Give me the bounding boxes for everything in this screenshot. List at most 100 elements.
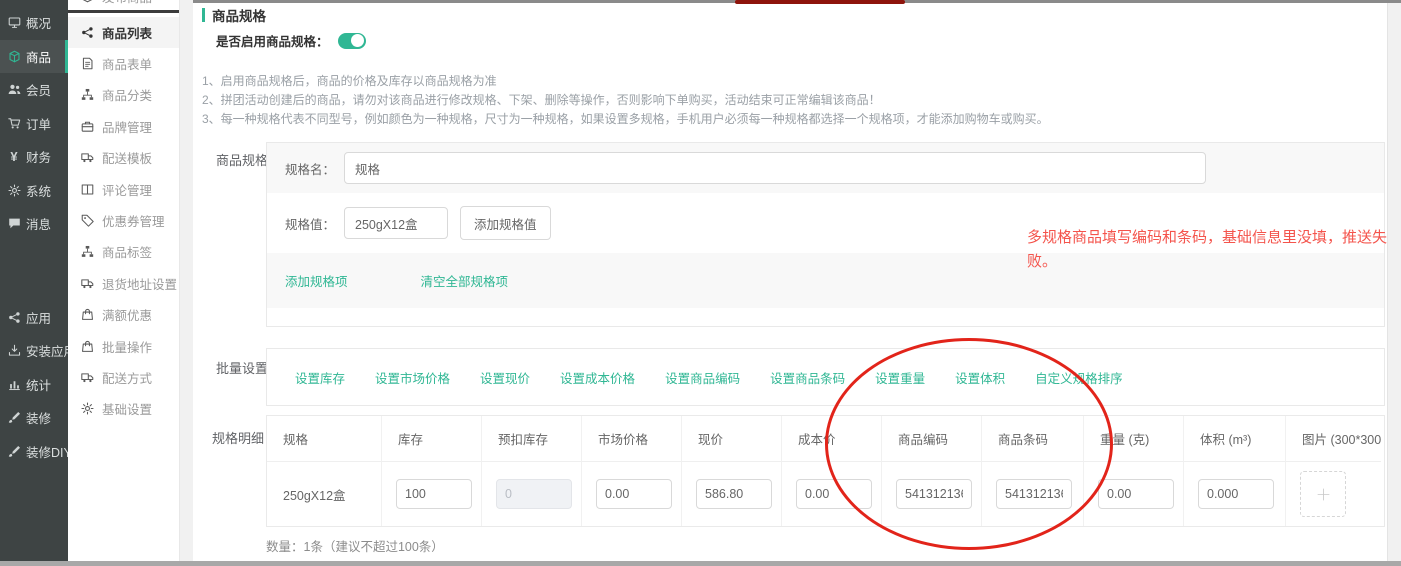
batch-link-custom-spec-sort[interactable]: 自定义规格排序 bbox=[1035, 368, 1123, 387]
sidebar-item-label: 概况 bbox=[26, 13, 51, 32]
goods-label-icon bbox=[80, 245, 94, 259]
sidebar-item-label: 统计 bbox=[26, 375, 51, 394]
goods-barcode-input[interactable] bbox=[996, 479, 1072, 509]
menu-item-brand-manage[interactable]: 品牌管理 bbox=[68, 111, 179, 142]
batch-link-set-cost-price[interactable]: 设置成本价格 bbox=[560, 368, 635, 387]
batch-link-set-volume[interactable]: 设置体积 bbox=[955, 368, 1005, 387]
add-spec-item-link[interactable]: 添加规格项 bbox=[285, 271, 348, 290]
batch-link-set-goods-barcode[interactable]: 设置商品条码 bbox=[770, 368, 845, 387]
secondary-sidebar: 发布商品 商品列表商品表单商品分类品牌管理配送模板评论管理优惠券管理商品标签退货… bbox=[68, 0, 180, 561]
menu-item-label: 商品表单 bbox=[102, 54, 152, 73]
goods-list-icon bbox=[80, 25, 94, 39]
menu-item-goods-label[interactable]: 商品标签 bbox=[68, 236, 179, 267]
sidebar-item-label: 会员 bbox=[26, 80, 51, 99]
menu-item-publish-goods[interactable]: 发布商品 bbox=[68, 0, 179, 10]
spec-detail-cell-goods-code bbox=[882, 462, 982, 526]
menu-item-goods-list[interactable]: 商品列表 bbox=[68, 17, 179, 48]
page-title-text: 商品规格 bbox=[212, 5, 266, 25]
withhold-stock-input[interactable] bbox=[496, 479, 572, 509]
apps-icon bbox=[7, 310, 21, 324]
menu-item-coupon-manage[interactable]: 优惠券管理 bbox=[68, 205, 179, 236]
batch-operation-icon bbox=[80, 339, 94, 353]
brand-icon bbox=[80, 119, 94, 133]
column-header-market-price: 市场价格 bbox=[582, 416, 682, 462]
sidebar-item-fitment[interactable]: 装修 bbox=[0, 401, 68, 435]
spec-note-1: 1、启用商品规格后，商品的价格及库存以商品规格为准 bbox=[202, 72, 1382, 91]
menu-item-label: 商品列表 bbox=[102, 23, 152, 42]
spec-detail-cell-market-price bbox=[582, 462, 682, 526]
batch-group-label: 批量设置 bbox=[216, 358, 268, 377]
stock-input[interactable] bbox=[396, 479, 472, 509]
sidebar-item-goods[interactable]: 商品 bbox=[0, 40, 68, 74]
sidebar-item-order[interactable]: 订单 bbox=[0, 107, 68, 141]
order-icon bbox=[7, 116, 21, 130]
sidebar-item-fitment-diy[interactable]: 装修DIY bbox=[0, 435, 68, 469]
fitment-icon bbox=[7, 411, 21, 425]
menu-item-comment-manage[interactable]: 评论管理 bbox=[68, 173, 179, 204]
menu-item-full-discount[interactable]: 满额优惠 bbox=[68, 299, 179, 330]
sidebar-item-label: 消息 bbox=[26, 214, 51, 233]
menu-item-delivery-method[interactable]: 配送方式 bbox=[68, 362, 179, 393]
sidebar-item-install-apps[interactable]: 安装应用 bbox=[0, 334, 68, 368]
spec-group-label: 商品规格 bbox=[216, 150, 268, 169]
spec-detail-cell-weight bbox=[1084, 462, 1184, 526]
sidebar-item-statistics[interactable]: 统计 bbox=[0, 368, 68, 402]
spec-name-input[interactable] bbox=[344, 152, 1206, 184]
column-header-goods-barcode: 商品条码 bbox=[982, 416, 1084, 462]
spec-detail-cell-stock bbox=[382, 462, 482, 526]
column-header-image: 图片 (300*300) bbox=[1286, 416, 1381, 462]
batch-link-set-goods-code[interactable]: 设置商品编码 bbox=[665, 368, 740, 387]
menu-item-label: 发布商品 bbox=[102, 0, 152, 6]
image-upload-button[interactable] bbox=[1300, 471, 1346, 517]
batch-link-set-stock[interactable]: 设置库存 bbox=[295, 368, 345, 387]
column-header-weight: 重量 (克) bbox=[1084, 416, 1184, 462]
spec-detail-cell-price bbox=[682, 462, 782, 526]
goods-category-icon bbox=[80, 88, 94, 102]
sidebar-item-finance[interactable]: ¥财务 bbox=[0, 140, 68, 174]
market-price-input[interactable] bbox=[596, 479, 672, 509]
add-spec-value-button[interactable]: 添加规格值 bbox=[460, 206, 551, 240]
sidebar-item-system[interactable]: 系统 bbox=[0, 174, 68, 208]
delivery-template-icon bbox=[80, 151, 94, 165]
volume-input[interactable] bbox=[1198, 479, 1274, 509]
menu-item-label: 评论管理 bbox=[102, 180, 152, 199]
spec-detail-cell-cost-price bbox=[782, 462, 882, 526]
sidebar-item-label: 装修 bbox=[26, 408, 51, 427]
horizontal-scrollbar[interactable] bbox=[0, 561, 1401, 566]
menu-item-label: 配送方式 bbox=[102, 368, 152, 387]
menu-item-basic-settings[interactable]: 基础设置 bbox=[68, 393, 179, 424]
menu-item-batch-operation[interactable]: 批量操作 bbox=[68, 330, 179, 361]
sidebar-item-label: 装修DIY bbox=[26, 442, 72, 461]
install-app-icon bbox=[7, 344, 21, 358]
spec-value-text: 250gX12盒 bbox=[283, 485, 346, 504]
spec-name-label: 规格名： bbox=[285, 159, 337, 178]
cost-price-input[interactable] bbox=[796, 479, 872, 509]
sidebar-item-publish-goods-cut[interactable]: 发布商品 bbox=[68, 0, 179, 10]
sidebar-item-member[interactable]: 会员 bbox=[0, 73, 68, 107]
sidebar-item-apps[interactable]: 应用 bbox=[0, 301, 68, 335]
spec-value-input[interactable] bbox=[344, 207, 448, 239]
menu-item-goods-form[interactable]: 商品表单 bbox=[68, 48, 179, 79]
row-count-note: 数量：1条（建议不超过100条） bbox=[266, 536, 444, 555]
return-address-icon bbox=[80, 276, 94, 290]
goods-icon bbox=[7, 49, 21, 63]
menu-item-delivery-template[interactable]: 配送模板 bbox=[68, 142, 179, 173]
goods-code-input[interactable] bbox=[896, 479, 972, 509]
price-input[interactable] bbox=[696, 479, 772, 509]
plus-icon bbox=[1303, 474, 1343, 514]
clear-all-spec-link[interactable]: 清空全部规格项 bbox=[421, 271, 509, 290]
menu-item-goods-category[interactable]: 商品分类 bbox=[68, 79, 179, 110]
menu-item-label: 配送模板 bbox=[102, 148, 152, 167]
enable-spec-label: 是否启用商品规格： bbox=[216, 31, 329, 50]
page-title: 商品规格 bbox=[202, 5, 266, 25]
batch-link-set-price[interactable]: 设置现价 bbox=[480, 368, 530, 387]
enable-spec-row: 是否启用商品规格： bbox=[216, 31, 366, 50]
weight-input[interactable] bbox=[1098, 479, 1174, 509]
menu-item-return-address[interactable]: 退货地址设置 bbox=[68, 268, 179, 299]
sidebar-item-message[interactable]: 消息 bbox=[0, 207, 68, 241]
batch-link-set-market-price[interactable]: 设置市场价格 bbox=[375, 368, 450, 387]
sidebar-item-overview[interactable]: 概况 bbox=[0, 6, 68, 40]
batch-link-set-weight[interactable]: 设置重量 bbox=[875, 368, 925, 387]
column-header-goods-code: 商品编码 bbox=[882, 416, 982, 462]
enable-spec-toggle[interactable] bbox=[338, 33, 366, 49]
